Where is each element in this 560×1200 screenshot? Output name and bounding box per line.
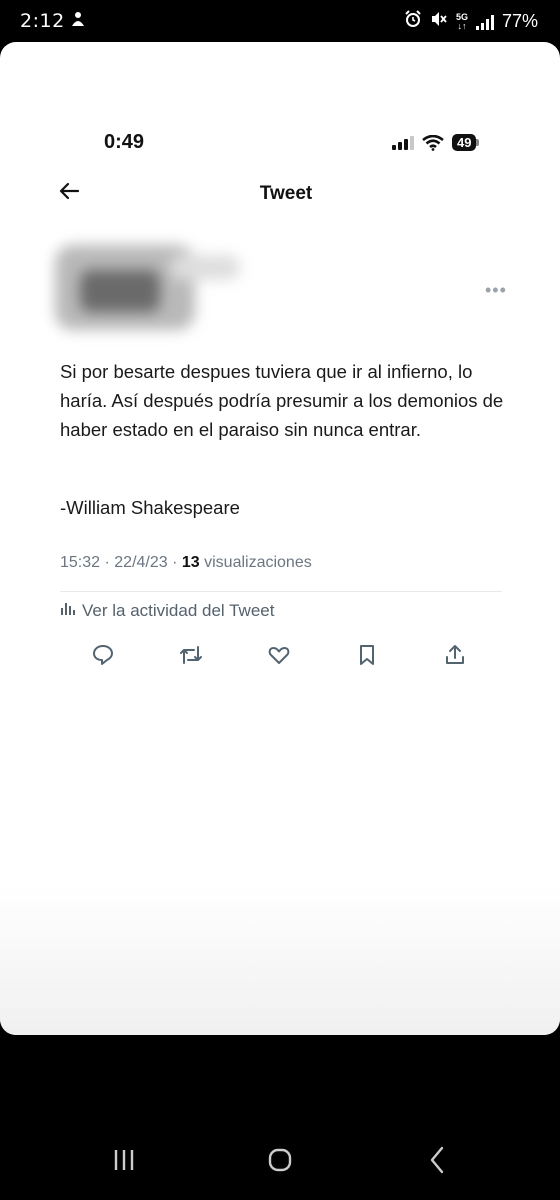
screenshot-fade	[0, 885, 560, 1035]
bookmark-icon[interactable]	[355, 643, 381, 669]
activity-label: Ver la actividad del Tweet	[82, 600, 275, 620]
recents-icon[interactable]	[106, 1142, 142, 1178]
meta-separator: ·	[100, 554, 115, 571]
like-icon[interactable]	[267, 643, 293, 669]
retweet-icon[interactable]	[179, 643, 205, 669]
tweet-signature: -William Shakespeare	[60, 497, 240, 518]
meta-separator: ·	[167, 554, 182, 571]
analytics-icon	[60, 600, 76, 621]
android-status-icons: 5G ↓↑ 77%	[404, 10, 538, 33]
iphone-clock: 0:49	[104, 131, 145, 153]
iphone-status-icons: 49	[392, 134, 480, 151]
android-clock: 2:12	[20, 10, 65, 32]
tweet-action-bar	[0, 643, 560, 673]
tweet-activity-link[interactable]: Ver la actividad del Tweet	[60, 600, 274, 621]
iphone-battery-level: 49	[452, 134, 477, 151]
notification-icon	[70, 10, 86, 33]
tweet-time[interactable]: 15:32	[60, 554, 100, 571]
tweet-date[interactable]: 22/4/23	[114, 554, 167, 571]
divider	[60, 591, 502, 592]
home-icon[interactable]	[262, 1142, 298, 1178]
network-label: 5G	[455, 11, 468, 22]
page-title: Tweet	[259, 183, 313, 204]
views-label: visualizaciones	[199, 554, 312, 571]
android-signal-icon	[475, 14, 494, 30]
iphone-battery-icon: 49	[452, 134, 480, 151]
android-battery: 77%	[501, 11, 538, 31]
tweet-text: Si por besarte despues tuviera que ir al…	[60, 361, 504, 440]
mute-icon	[430, 10, 448, 33]
android-status-bar: 2:12 5G ↓↑ 77%	[0, 0, 560, 44]
back-icon[interactable]	[420, 1142, 456, 1178]
views-count: 13	[181, 554, 200, 571]
tweet-meta: 15:32 · 22/4/23 · 13 visualizaciones	[60, 554, 312, 572]
alarm-icon	[404, 10, 422, 33]
reply-icon[interactable]	[91, 643, 117, 669]
share-icon[interactable]	[443, 643, 469, 669]
android-nav-bar	[0, 1120, 560, 1200]
network-type: 5G ↓↑	[455, 11, 468, 31]
iphone-signal-icon	[392, 135, 414, 150]
blurred-author	[40, 225, 250, 335]
wifi-icon	[422, 134, 444, 151]
more-options-icon[interactable]: •••	[485, 280, 507, 301]
